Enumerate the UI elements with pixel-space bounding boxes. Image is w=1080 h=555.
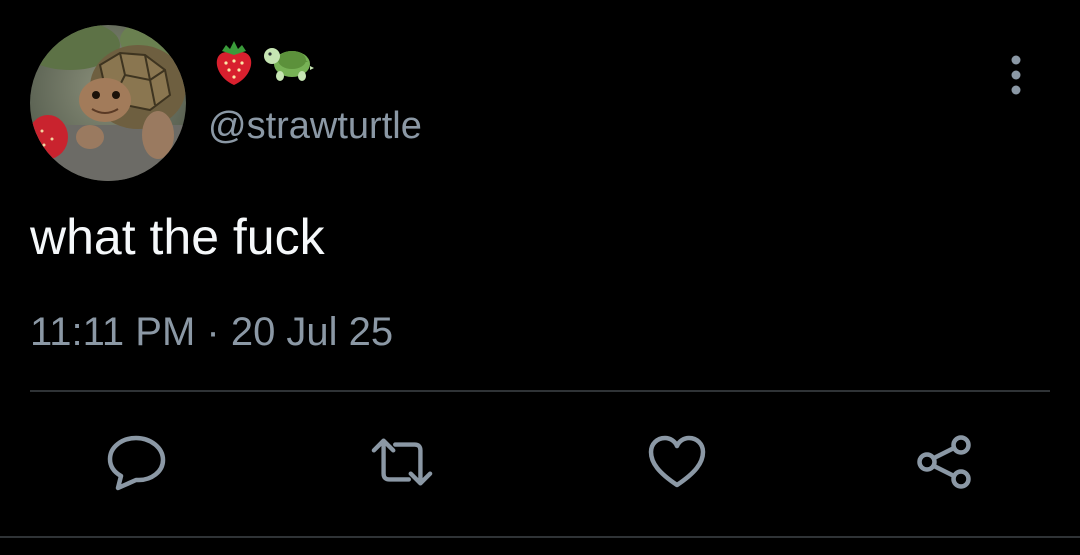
reply-button[interactable]: [105, 432, 169, 492]
tweet-card: @strawturtle what the fuck 11:11 PM · 20…: [0, 0, 1080, 555]
turtle-icon: [262, 42, 314, 84]
reply-icon: [107, 435, 166, 491]
more-vertical-icon: [1011, 55, 1021, 95]
tweet-time: 11:11 PM: [30, 310, 196, 354]
retweet-button[interactable]: [370, 432, 434, 492]
strawberry-icon: [212, 39, 256, 87]
like-button[interactable]: [645, 432, 709, 492]
tweet-text: what the fuck: [30, 209, 325, 265]
share-icon: [917, 435, 971, 489]
display-name[interactable]: [212, 38, 314, 88]
user-handle[interactable]: @strawturtle: [208, 104, 422, 148]
retweet-icon: [371, 438, 433, 486]
heart-icon: [648, 435, 706, 488]
share-button[interactable]: [912, 432, 976, 492]
bottom-divider: [0, 536, 1080, 538]
avatar-image: [30, 25, 186, 181]
divider: [30, 390, 1050, 392]
tweet-date: 20 Jul 25: [230, 310, 394, 354]
more-options-button[interactable]: [998, 52, 1034, 98]
avatar[interactable]: [30, 25, 186, 181]
tweet-meta: 11:11 PM · 20 Jul 25: [30, 307, 393, 357]
meta-separator: ·: [195, 310, 231, 354]
